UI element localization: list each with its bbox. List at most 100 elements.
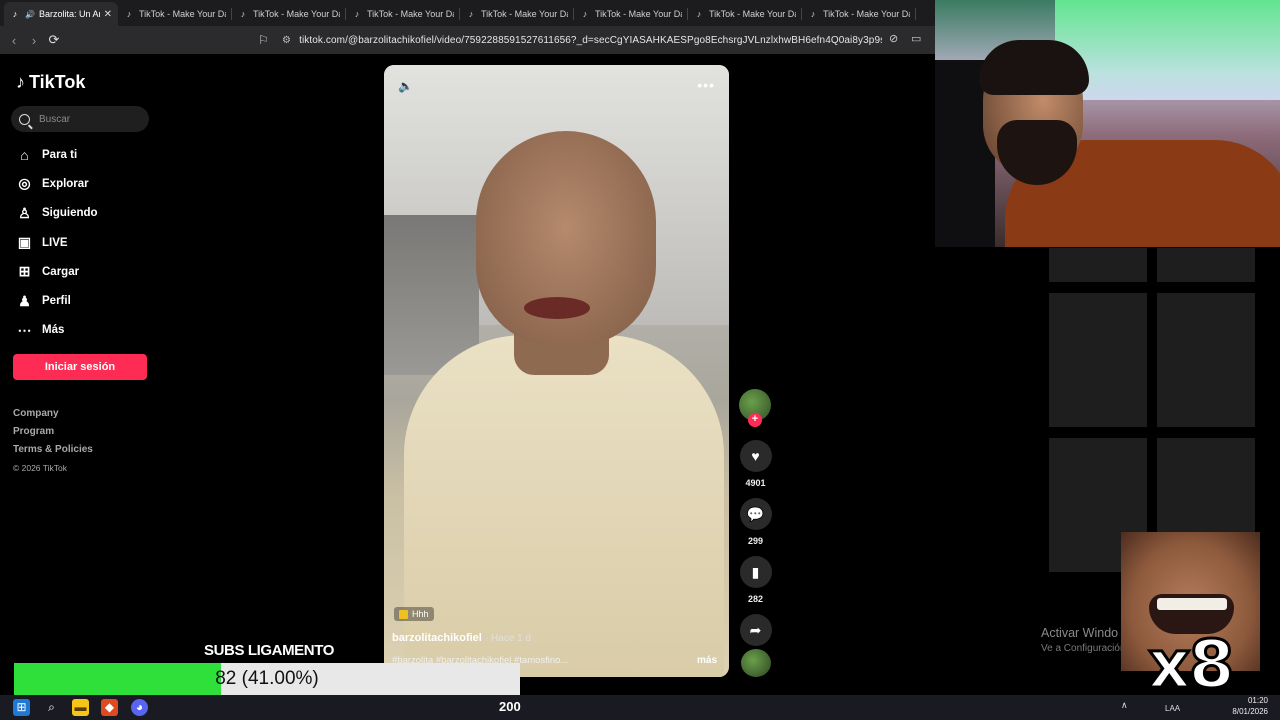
tiktok-logo[interactable]: ♪ TikTok <box>16 72 85 93</box>
webcam-feed <box>935 0 1280 247</box>
close-tab-icon[interactable]: ✕ <box>104 9 112 20</box>
address-bar[interactable]: ⚙ tiktok.com/@barzolitachikofiel/video/7… <box>282 26 882 54</box>
browser-tab[interactable]: ♪ TikTok - Make Your Da <box>460 2 574 26</box>
tiktok-favicon-icon: ♪ <box>468 9 474 19</box>
follow-plus-icon[interactable]: + <box>748 413 762 427</box>
tiktok-favicon-icon: ♪ <box>810 9 816 19</box>
related-video-tile[interactable] <box>1157 293 1255 427</box>
live-icon: ▣ <box>17 234 32 251</box>
sidebar-item-siguiendo[interactable]: ♙ Siguiendo <box>16 199 98 228</box>
related-video-tile[interactable] <box>1049 293 1147 427</box>
tray-expand-icon[interactable]: ∧ <box>1121 700 1128 711</box>
sidebar-item-perfil[interactable]: ♟ Perfil <box>16 286 98 315</box>
video-tag-badge[interactable]: Hhh <box>394 607 434 621</box>
clock-time: 01:20 <box>1247 696 1268 705</box>
search-placeholder: Buscar <box>39 113 71 125</box>
screen: ♪ 🔊 Barzolita: Un Ar ✕ ♪ TikTok - Make Your D… <box>0 0 1280 720</box>
browser-tab[interactable]: ♪ TikTok - Make Your Da <box>802 2 916 26</box>
bookmark-fill-icon: ▮ <box>751 563 760 580</box>
forward-button[interactable]: › <box>24 33 44 48</box>
volume-icon[interactable]: 🔈 <box>398 79 413 93</box>
footer-terms-link[interactable]: Terms & Policies <box>13 444 93 462</box>
language-indicator[interactable]: LAA <box>1165 704 1180 713</box>
share-button[interactable]: ➦ <box>739 614 772 646</box>
start-icon[interactable]: ⊞ <box>13 699 30 716</box>
sidebar-item-live[interactable]: ▣ LIVE <box>16 228 98 257</box>
cast-icon[interactable]: ▭ <box>911 32 921 45</box>
subs-goal-title: SUBS LIGAMENTO <box>204 642 334 659</box>
windows-activation-subtitle: Ve a Configuración <box>1041 643 1126 654</box>
reader-icon[interactable]: ⊘ <box>889 32 898 45</box>
footer-company-link[interactable]: Company <box>13 408 93 426</box>
bookmark-icon[interactable]: ⚐ <box>258 33 269 47</box>
comment-icon: 💬 <box>746 505 765 522</box>
comment-button[interactable]: 💬 <box>739 498 772 530</box>
browser-tab[interactable]: ♪ TikTok - Make Your Da <box>574 2 688 26</box>
windows-taskbar: ⊞ ⌕ ▬ ◆ ◕ 200 ∧ LAA 01:20 8/01/2026 <box>0 695 1280 720</box>
browser-tab[interactable]: ♪ 🔊 Barzolita: Un Ar ✕ <box>4 2 118 26</box>
tiktok-favicon-icon: ♪ <box>240 9 246 19</box>
more-icon: ⋯ <box>17 321 32 338</box>
sidebar-item-explorar[interactable]: ◎ Explorar <box>16 169 98 198</box>
save-count: 282 <box>747 594 764 604</box>
author-avatar[interactable]: + <box>739 389 771 427</box>
taskbar-counter: 200 <box>499 699 521 714</box>
browser-tab-strip: ♪ 🔊 Barzolita: Un Ar ✕ ♪ TikTok - Make Your D… <box>0 0 935 26</box>
tab-audio-icon[interactable]: 🔊 <box>25 10 35 19</box>
browser-tab[interactable]: ♪ TikTok - Make Your Da <box>346 2 460 26</box>
related-video-tile[interactable] <box>1157 248 1255 282</box>
sidebar-item-más[interactable]: ⋯ Más <box>16 316 98 345</box>
sidebar-nav: ⌂ Para ti ◎ Explorar ♙ Siguiendo ▣ LIVE ⊞ Cargar ♟… <box>16 140 98 345</box>
footer-program-link[interactable]: Program <box>13 426 93 444</box>
reload-button[interactable]: ⟳ <box>44 32 64 48</box>
video-author[interactable]: barzolitachikofiel · Hace 1 d <box>392 632 531 644</box>
like-button[interactable]: ♥ <box>739 440 772 472</box>
multiplier-label: x8 <box>1147 626 1236 703</box>
tiktok-favicon-icon: ♪ <box>354 9 360 19</box>
music-disc-avatar[interactable] <box>741 649 771 677</box>
login-button[interactable]: Iniciar sesión <box>13 354 147 380</box>
save-button[interactable]: ▮ <box>739 556 772 588</box>
video-player[interactable]: 🔈 ••• Hhh barzolitachikofiel · Hace 1 d … <box>384 65 729 677</box>
sidebar-item-label: Siguiendo <box>42 207 98 220</box>
video-actions: + ♥ 4901 💬 299 ▮ 282 ➦ 684 <box>739 389 772 662</box>
sidebar-item-label: Perfil <box>42 295 71 308</box>
sidebar-item-para-ti[interactable]: ⌂ Para ti <box>16 140 98 169</box>
search-input[interactable]: Buscar <box>11 106 149 132</box>
share-icon: ➦ <box>749 621 762 638</box>
compass-icon: ◎ <box>18 175 31 192</box>
browser-tab[interactable]: ♪ TikTok - Make Your Da <box>118 2 232 26</box>
tab-title: TikTok - Make Your Da <box>481 9 568 19</box>
sidebar-item-cargar[interactable]: ⊞ Cargar <box>16 257 98 286</box>
profile-icon: ♟ <box>18 292 31 309</box>
video-person-mouth <box>524 297 590 319</box>
sidebar-item-label: Para ti <box>42 148 78 161</box>
browser-toolbar: ‹ › ⟳ ⚐ ⚙ tiktok.com/@barzolitachikofiel… <box>0 26 935 54</box>
search-icon <box>19 113 30 125</box>
search-taskbar-icon[interactable]: ⌕ <box>43 699 60 716</box>
clock[interactable]: 01:20 8/01/2026 <box>1230 695 1268 717</box>
sidebar-item-label: Explorar <box>42 177 89 190</box>
related-video-tile[interactable] <box>1049 248 1147 282</box>
description-more-link[interactable]: más <box>697 655 717 666</box>
meme-teeth <box>1157 598 1227 610</box>
sidebar-item-label: Cargar <box>42 265 80 278</box>
browser-tab[interactable]: ♪ TikTok - Make Your Da <box>232 2 346 26</box>
browser-tab[interactable]: ♪ TikTok - Make Your Da <box>688 2 802 26</box>
comment-count: 299 <box>747 536 764 546</box>
back-button[interactable]: ‹ <box>4 33 24 48</box>
site-info-icon[interactable]: ⚙ <box>282 35 291 46</box>
subs-progress-bar: 82 (41.00%) <box>14 663 520 695</box>
logo-text: TikTok <box>29 72 86 92</box>
sidebar-item-label: LIVE <box>42 236 68 249</box>
tiktok-favicon-icon: ♪ <box>696 9 702 19</box>
tiktok-favicon-icon: ♪ <box>12 9 18 19</box>
author-name[interactable]: barzolitachikofiel <box>392 632 482 644</box>
file-explorer-icon[interactable]: ▬ <box>72 699 89 716</box>
discord-icon[interactable]: ◕ <box>131 699 148 716</box>
sidebar-item-label: Más <box>42 324 65 337</box>
sidebar-footer: Company Program Terms & Policies © 2026 … <box>13 408 93 476</box>
more-options-icon[interactable]: ••• <box>697 77 715 93</box>
tab-title: TikTok - Make Your Da <box>709 9 796 19</box>
brave-browser-icon[interactable]: ◆ <box>101 699 118 716</box>
